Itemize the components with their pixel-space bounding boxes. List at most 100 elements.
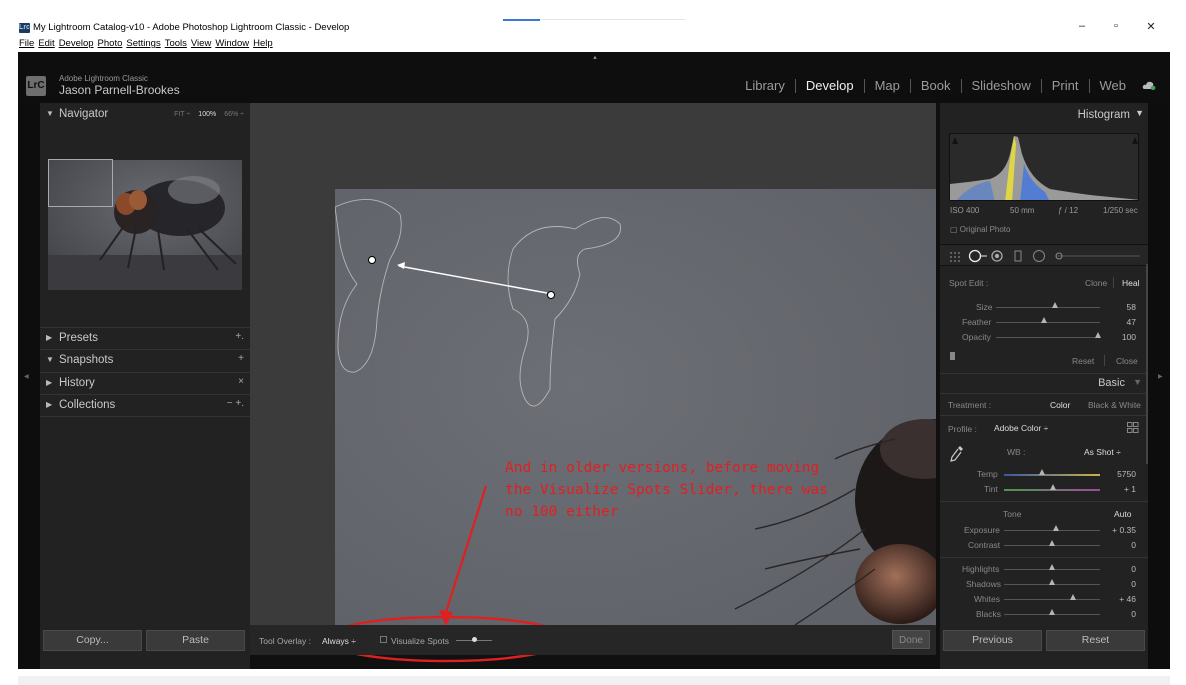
navigator-header[interactable]: ▼ Navigator FIT ÷ 100% 66% ÷ [40, 105, 250, 125]
snapshots-label: Snapshots [59, 354, 114, 366]
history-header[interactable]: ▶ History × [40, 374, 250, 394]
spot-toolbar: Tool Overlay : Always ÷ Visualize Spots … [250, 625, 936, 655]
restore-button[interactable]: ▫ [1106, 20, 1126, 32]
collapse-top-arrow-icon[interactable]: ▲ [592, 55, 598, 61]
treatment-bw-option[interactable]: Black & White [1088, 400, 1141, 410]
expand-triangle-icon: ▼ [46, 355, 54, 364]
spot-removal-tool-icon[interactable] [967, 247, 989, 263]
collapse-left-arrow-icon[interactable]: ◀ [24, 373, 29, 380]
close-window-button[interactable]: ✕ [1141, 20, 1161, 33]
visualize-spots-checkbox[interactable] [380, 636, 387, 643]
collections-label: Collections [59, 399, 116, 411]
histogram-graph[interactable] [949, 133, 1139, 201]
lightroom-app: ▲ LrC Adobe Lightroom Classic Jason Parn… [18, 52, 1170, 669]
tool-overlay-select[interactable]: Always ÷ [322, 636, 356, 646]
treatment-label: Treatment : [948, 400, 992, 410]
collapse-right-arrow-icon[interactable]: ▶ [1158, 373, 1163, 380]
fly-photo-image [335, 189, 936, 625]
spot-reset-button[interactable]: Reset [1072, 356, 1094, 366]
navigator-view-box[interactable] [48, 159, 113, 207]
previous-button[interactable]: Previous [943, 630, 1042, 651]
menu-window[interactable]: Window [215, 38, 249, 51]
expand-triangle-icon: ▼ [46, 109, 54, 118]
profile-select[interactable]: Adobe Color ÷ [994, 423, 1048, 433]
graduated-filter-icon[interactable] [1013, 247, 1025, 263]
module-develop[interactable]: Develop [796, 78, 864, 93]
auto-tone-button[interactable]: Auto [1114, 509, 1132, 519]
module-library[interactable]: Library [735, 78, 795, 93]
left-panel: ▼ Navigator FIT ÷ 100% 66% ÷ ▶ Presets +… [40, 103, 250, 669]
menu-develop[interactable]: Develop [59, 38, 94, 51]
menu-help[interactable]: Help [253, 38, 273, 51]
brand-app-name: Adobe Lightroom Classic [59, 74, 148, 83]
grid-tool-icon[interactable] [948, 247, 962, 263]
menu-photo[interactable]: Photo [98, 38, 123, 51]
spot-close-button[interactable]: Close [1116, 356, 1138, 366]
module-book[interactable]: Book [911, 78, 961, 93]
menu-edit[interactable]: Edit [38, 38, 54, 51]
zoom-100[interactable]: 100% [198, 111, 216, 118]
histogram-collapse-icon[interactable]: ▼ [1135, 108, 1144, 118]
menu-tools[interactable]: Tools [165, 38, 187, 51]
zoom-fit[interactable]: FIT ÷ [174, 111, 190, 118]
right-panel-footer: Previous Reset [940, 625, 1148, 655]
main-photo[interactable] [335, 189, 936, 625]
cloud-sync-icon[interactable] [1142, 81, 1156, 90]
paste-button[interactable]: Paste [146, 630, 245, 651]
page-bottom-strip [18, 676, 1170, 685]
lightroom-app-icon: Lrc [19, 23, 30, 33]
snapshots-header[interactable]: ▼ Snapshots + [40, 351, 250, 371]
identity-plate-bar: ▲ LrC Adobe Lightroom Classic Jason Parn… [18, 52, 1170, 103]
left-panel-edge[interactable]: ◀ [18, 103, 40, 669]
basic-panel-label[interactable]: Basic [1098, 377, 1125, 389]
window-titlebar: Lrc My Lightroom Catalog-v10 - Adobe Pho… [0, 0, 1186, 38]
collections-actions[interactable]: − +. [227, 398, 244, 409]
brand-user-name: Jason Parnell-Brookes [59, 83, 180, 97]
left-panel-footer: Copy... Paste [40, 625, 250, 655]
histogram-label[interactable]: Histogram [1078, 109, 1130, 121]
presets-label: Presets [59, 332, 98, 344]
loading-progress [503, 19, 685, 21]
minimize-button[interactable]: – [1072, 20, 1092, 32]
image-canvas[interactable] [250, 103, 936, 625]
menu-view[interactable]: View [191, 38, 211, 51]
spot-edit-label: Spot Edit : [949, 278, 989, 288]
navigator-label: Navigator [59, 108, 109, 120]
right-panel-edge[interactable]: ▶ [1148, 103, 1170, 669]
panel-switch-icon[interactable] [950, 352, 955, 360]
menu-file[interactable]: File [19, 38, 34, 51]
menu-settings[interactable]: Settings [126, 38, 160, 51]
add-preset-button[interactable]: +. [235, 331, 244, 342]
module-print[interactable]: Print [1042, 78, 1089, 93]
profile-browser-icon[interactable] [1127, 422, 1139, 433]
navigator-zoom: FIT ÷ 100% 66% ÷ [174, 111, 244, 118]
presets-header[interactable]: ▶ Presets +. [40, 329, 250, 349]
clear-history-button[interactable]: × [238, 376, 244, 387]
module-slideshow[interactable]: Slideshow [962, 78, 1041, 93]
treatment-color-option[interactable]: Color [1050, 400, 1070, 410]
collapsed-triangle-icon: ▶ [46, 378, 53, 387]
module-web[interactable]: Web [1090, 78, 1137, 93]
original-photo-toggle[interactable]: ▢ Original Photo [950, 225, 1010, 234]
clone-mode-button[interactable]: Clone [1085, 278, 1107, 288]
reset-button[interactable]: Reset [1046, 630, 1145, 651]
exif-iso: ISO 400 [950, 206, 980, 215]
tone-label: Tone [1003, 509, 1022, 519]
exif-aperture: ƒ / 12 [1058, 206, 1079, 215]
done-button[interactable]: Done [892, 630, 930, 649]
wb-select[interactable]: As Shot ÷ [1084, 447, 1121, 457]
lrc-logo: LrC [26, 76, 46, 96]
basic-collapse-icon[interactable]: ▼ [1133, 377, 1142, 387]
exif-shutter: 1/250 sec [1103, 206, 1138, 215]
menu-bar: File Edit Develop Photo Settings Tools V… [19, 38, 273, 51]
heal-mode-button[interactable]: Heal [1122, 278, 1139, 288]
collections-header[interactable]: ▶ Collections − +. [40, 396, 250, 416]
copy-button[interactable]: Copy... [43, 630, 142, 651]
wb-eyedropper-icon[interactable] [950, 445, 964, 463]
visualize-spots-thumb[interactable] [472, 637, 477, 642]
add-snapshot-button[interactable]: + [238, 353, 244, 364]
red-eye-tool-icon[interactable] [991, 247, 1005, 263]
zoom-66[interactable]: 66% ÷ [224, 111, 244, 118]
module-map[interactable]: Map [865, 78, 910, 93]
radial-filter-icon[interactable] [1032, 247, 1046, 263]
